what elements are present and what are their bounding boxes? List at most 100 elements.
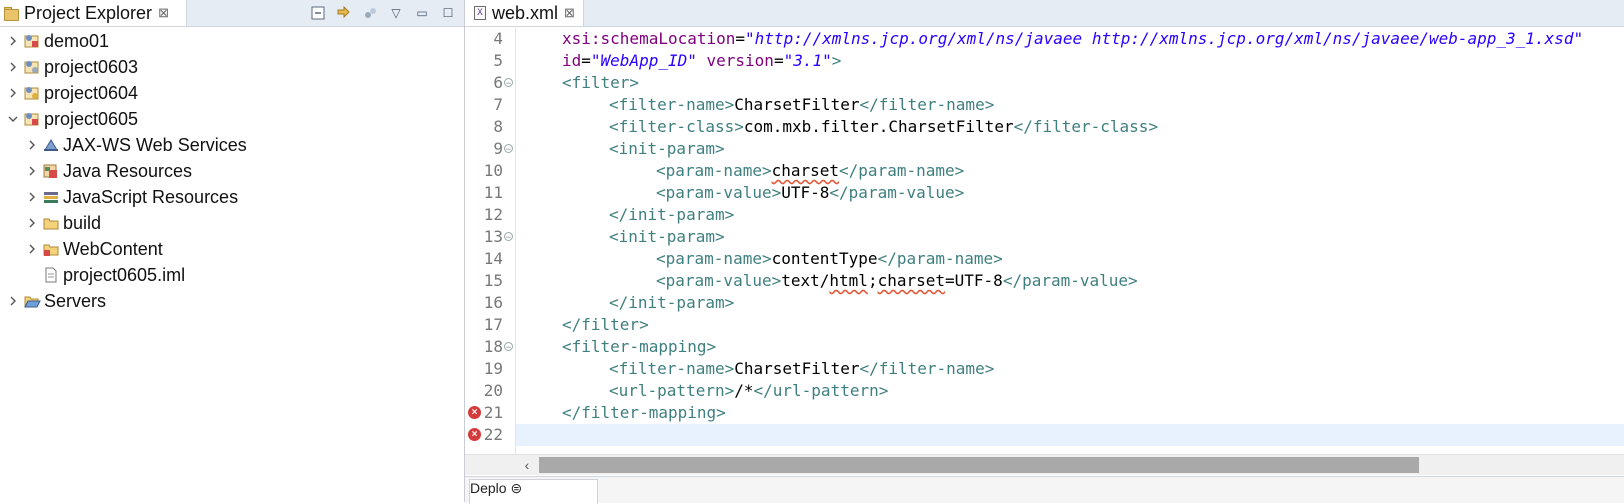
line-number-gutter[interactable]: 4 5 6− 7 8 9− 10 11 12 13− 14 15 16 17 1… bbox=[465, 28, 516, 454]
editor-tabbar: X web.xml ⊠ bbox=[465, 0, 1624, 27]
line-number: 6 bbox=[493, 73, 503, 92]
line-number: 20 bbox=[483, 381, 503, 400]
code-line: <filter> bbox=[562, 73, 640, 92]
focus-icon[interactable] bbox=[362, 5, 378, 21]
tree-item-java-resources[interactable]: Java Resources bbox=[25, 158, 192, 184]
scrollbar-thumb[interactable] bbox=[539, 457, 1419, 473]
line-number: 19 bbox=[483, 359, 503, 378]
folder-icon bbox=[42, 214, 60, 232]
line-number: 11 bbox=[483, 183, 503, 202]
tree-item-label: project0605 bbox=[44, 108, 139, 129]
web-project-icon bbox=[23, 110, 41, 128]
collapse-all-icon[interactable] bbox=[310, 5, 326, 21]
horizontal-scrollbar[interactable]: ‹ bbox=[465, 454, 1624, 475]
close-icon[interactable]: ⊠ bbox=[158, 5, 169, 21]
code-line: <param-value>text/html;charset=UTF-8</pa… bbox=[656, 271, 1138, 290]
error-marker-icon[interactable]: × bbox=[468, 406, 481, 419]
code-line: <url-pattern>/*</url-pattern> bbox=[609, 381, 889, 400]
chevron-down-icon[interactable] bbox=[6, 112, 20, 126]
chevron-right-icon[interactable] bbox=[25, 190, 39, 204]
error-marker-icon[interactable]: × bbox=[468, 428, 481, 441]
code-line: <filter-name>CharsetFilter</filter-name> bbox=[609, 359, 995, 378]
tree-item-demo01[interactable]: demo01 bbox=[6, 28, 109, 54]
tree-item-label: JavaScript Resources bbox=[63, 186, 239, 207]
tree-item-label: project0605.iml bbox=[63, 264, 186, 285]
code-line: <init-param> bbox=[609, 227, 725, 246]
line-number: 17 bbox=[483, 315, 503, 334]
minimize-icon[interactable]: ▭ bbox=[414, 5, 430, 21]
view-menu-icon[interactable]: ▽ bbox=[388, 5, 404, 21]
chevron-right-icon[interactable] bbox=[6, 294, 20, 308]
code-editor[interactable]: xsi:schemaLocation="http://xmlns.jcp.org… bbox=[516, 28, 1624, 454]
code-line: <param-value>UTF-8</param-value> bbox=[656, 183, 965, 202]
line-number: 15 bbox=[483, 271, 503, 290]
tree-item-project0604[interactable]: project0604 bbox=[6, 80, 138, 106]
tree-item-javascript-resources[interactable]: JavaScript Resources bbox=[25, 184, 238, 210]
line-number: 10 bbox=[483, 161, 503, 180]
chevron-right-icon[interactable] bbox=[25, 216, 39, 230]
chevron-right-icon[interactable] bbox=[6, 60, 20, 74]
javascript-resources-icon bbox=[42, 188, 60, 206]
line-number: 14 bbox=[483, 249, 503, 268]
chevron-right-icon[interactable] bbox=[6, 86, 20, 100]
web-folder-icon bbox=[42, 240, 60, 258]
current-line-highlight bbox=[516, 424, 1624, 446]
project-explorer-view: Project Explorer ⊠ ▽ ▭ ☐ demo01 project0… bbox=[0, 0, 465, 502]
code-line: xsi:schemaLocation="http://xmlns.jcp.org… bbox=[562, 29, 1584, 48]
tree-item-project0605-iml[interactable]: project0605.iml bbox=[25, 262, 185, 288]
file-icon bbox=[42, 266, 60, 284]
line-number: 9 bbox=[493, 139, 503, 158]
fold-collapse-icon[interactable]: − bbox=[504, 144, 513, 154]
tree-item-build[interactable]: build bbox=[25, 210, 101, 236]
spelling-warning: charset bbox=[877, 271, 946, 290]
line-number: 22 bbox=[483, 425, 503, 444]
code-line: </init-param> bbox=[609, 293, 735, 312]
chevron-right-icon[interactable] bbox=[25, 164, 39, 178]
folder-icon bbox=[4, 6, 19, 21]
scroll-left-icon[interactable]: ‹ bbox=[517, 455, 537, 475]
fold-collapse-icon[interactable]: − bbox=[504, 78, 513, 88]
tree-item-label: project0604 bbox=[44, 82, 139, 103]
web-services-icon bbox=[42, 136, 60, 154]
tree-item-project0603[interactable]: project0603 bbox=[6, 54, 138, 80]
close-icon[interactable]: ⊠ bbox=[564, 5, 575, 21]
fold-collapse-icon[interactable]: − bbox=[504, 342, 513, 352]
chevron-right-icon[interactable] bbox=[25, 138, 39, 152]
tree-item-jax-ws-web-services[interactable]: JAX-WS Web Services bbox=[25, 132, 247, 158]
code-line: <filter-mapping> bbox=[562, 337, 717, 356]
tree-item-label: build bbox=[63, 212, 102, 233]
tree-item-label: JAX-WS Web Services bbox=[63, 134, 247, 155]
code-line: <param-name>contentType</param-name> bbox=[656, 249, 1003, 268]
tab-web-xml[interactable]: X web.xml ⊠ bbox=[465, 0, 584, 26]
java-resources-icon bbox=[42, 162, 60, 180]
line-number: 4 bbox=[493, 29, 503, 48]
tree-item-webcontent[interactable]: WebContent bbox=[25, 236, 163, 262]
editor-area: X web.xml ⊠ 4 5 6− 7 8 9− 10 11 12 13− 1… bbox=[465, 0, 1624, 504]
tree-item-label: Servers bbox=[44, 290, 107, 311]
project-explorer-tabbar: Project Explorer ⊠ ▽ ▭ ☐ bbox=[0, 0, 464, 27]
tab-deployment[interactable]: Deplo ⊜ bbox=[469, 479, 598, 504]
line-number: 8 bbox=[493, 117, 503, 136]
line-number: 5 bbox=[493, 51, 503, 70]
chevron-right-icon[interactable] bbox=[25, 242, 39, 256]
xml-file-icon: X bbox=[474, 6, 486, 20]
code-line: </filter-mapping> bbox=[562, 403, 726, 422]
link-with-editor-icon[interactable] bbox=[336, 5, 352, 21]
fold-collapse-icon[interactable]: − bbox=[504, 232, 513, 242]
open-folder-icon bbox=[23, 292, 41, 310]
line-number: 18 bbox=[483, 337, 503, 356]
code-line: <filter-class>com.mxb.filter.CharsetFilt… bbox=[609, 117, 1159, 136]
web-project-icon bbox=[23, 32, 41, 50]
code-line: </filter> bbox=[562, 315, 649, 334]
tree-item-servers[interactable]: Servers bbox=[6, 288, 106, 314]
code-line: </init-param> bbox=[609, 205, 735, 224]
chevron-right-icon[interactable] bbox=[6, 34, 20, 48]
code-line: id="WebApp_ID" version="3.1"> bbox=[562, 51, 842, 70]
maximize-icon[interactable]: ☐ bbox=[440, 5, 456, 21]
line-number: 21 bbox=[483, 403, 503, 422]
tab-label: web.xml bbox=[492, 2, 559, 23]
tree-item-project0605[interactable]: project0605 bbox=[6, 106, 138, 132]
bottom-panel: Deplo ⊜ bbox=[465, 476, 1624, 504]
tree-item-label: Java Resources bbox=[63, 160, 193, 181]
tab-project-explorer[interactable]: Project Explorer ⊠ bbox=[0, 0, 187, 26]
